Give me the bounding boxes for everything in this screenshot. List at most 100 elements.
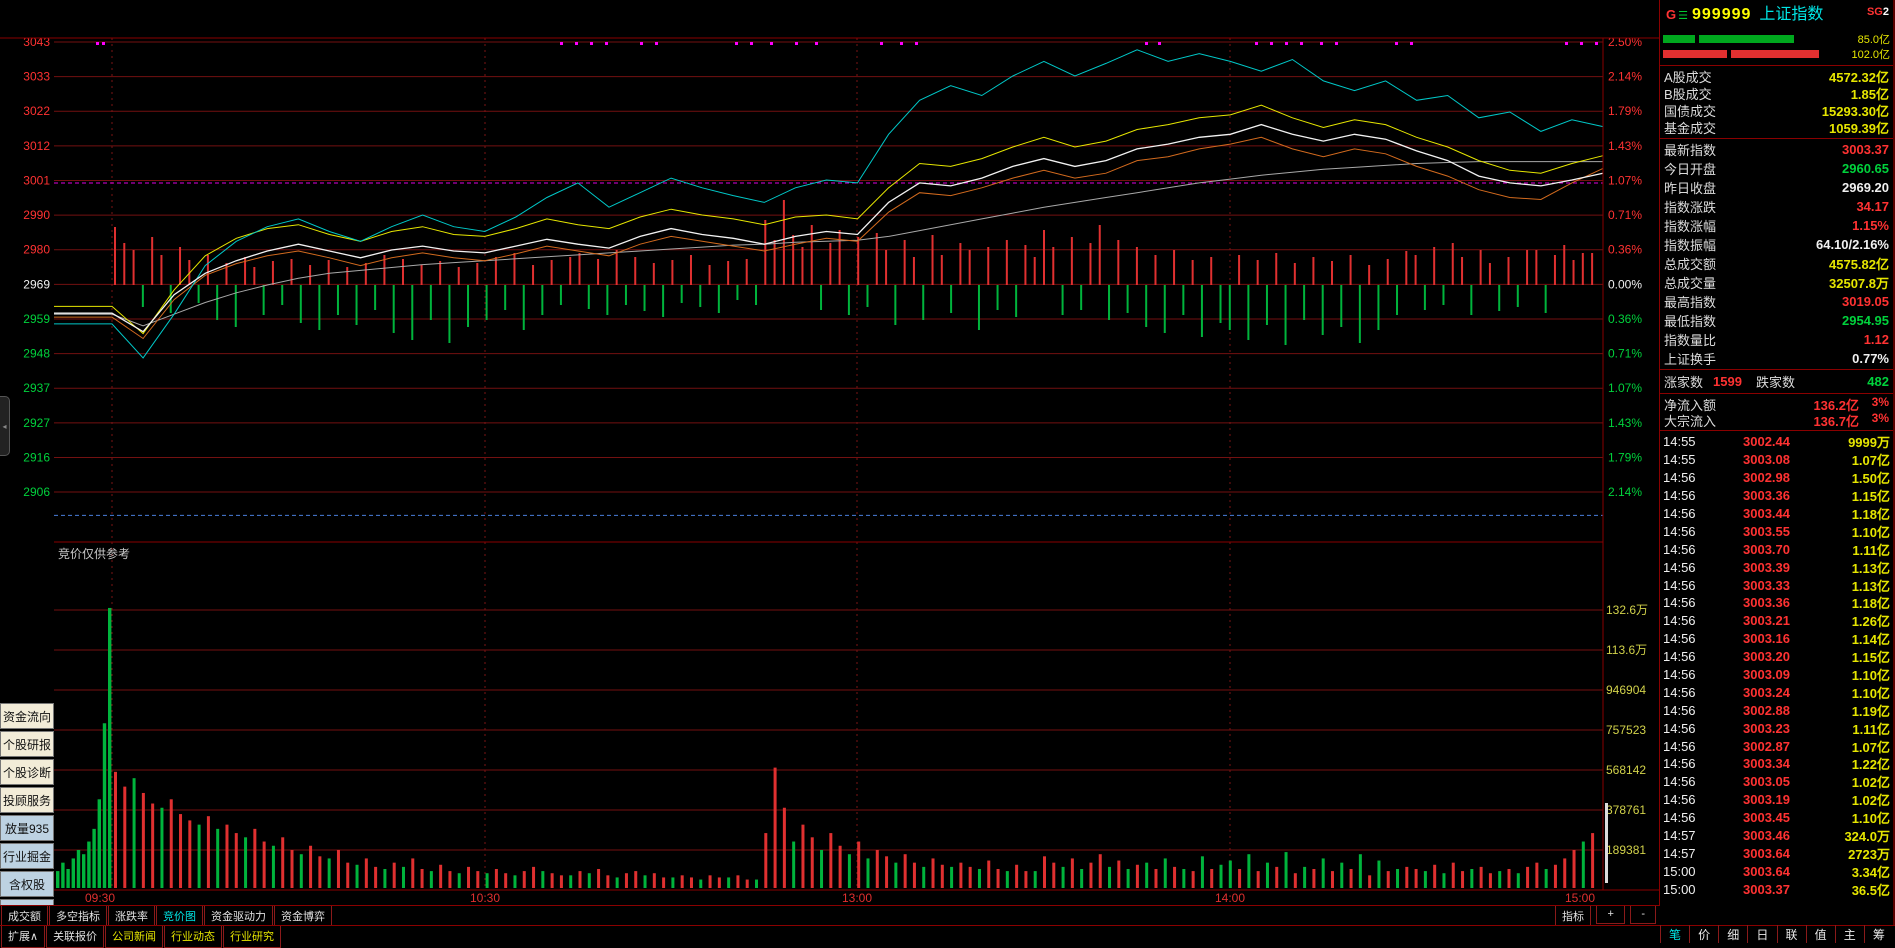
svg-text:1.07%: 1.07% (1608, 173, 1642, 187)
panel-view-值[interactable]: 值 (1805, 925, 1835, 943)
stat-row: 最新指数 3003.37 (1660, 140, 1893, 159)
tick-time: 14:56 (1663, 577, 1696, 593)
tick-row[interactable]: 14:56 3002.88 1.19亿 (1660, 701, 1893, 719)
tick-row[interactable]: 14:56 3003.70 1.11亿 (1660, 540, 1893, 558)
tick-row[interactable]: 14:56 3002.98 1.50亿 (1660, 469, 1893, 487)
bottom-tab2-行业研究[interactable]: 行业研究 (223, 926, 282, 948)
svg-text:132.6万: 132.6万 (1606, 603, 1648, 617)
stat-label: 上证换手 (1664, 352, 1717, 367)
zoom-out-button[interactable]: - (1630, 906, 1656, 924)
svg-text:3012: 3012 (23, 139, 50, 153)
svg-text:568142: 568142 (1606, 763, 1646, 777)
panel-view-细[interactable]: 细 (1718, 925, 1747, 943)
tick-volume: 1.50亿 (1851, 471, 1890, 487)
quote-header: G ☰ 999999 上证指数 SG2 (1660, 0, 1893, 28)
svg-text:378761: 378761 (1606, 803, 1646, 817)
tick-list[interactable]: 14:55 3002.44 9999万 14:55 3003.08 1.07亿 14:56 3… (1660, 431, 1893, 898)
stock-code[interactable]: 999999 (1692, 6, 1751, 23)
left-button-投顾服务[interactable]: 投顾服务 (0, 787, 54, 813)
tick-volume: 1.11亿 (1852, 542, 1890, 558)
bottom-tab2-行业动态[interactable]: 行业动态 (164, 926, 223, 948)
tick-row[interactable]: 14:55 3003.08 1.07亿 (1660, 451, 1893, 469)
tick-row[interactable]: 14:56 3003.20 1.15亿 (1660, 648, 1893, 666)
tick-row[interactable]: 14:56 3003.23 1.11亿 (1660, 719, 1893, 737)
bottom-tab2-扩展∧[interactable]: 扩展∧ (1, 926, 46, 948)
svg-text:1.79%: 1.79% (1608, 104, 1642, 118)
status-badge: SG2 (1866, 6, 1889, 18)
tick-row[interactable]: 14:56 3003.36 1.15亿 (1660, 487, 1893, 505)
panel-view-日[interactable]: 日 (1747, 925, 1776, 943)
stat-value: 2954.95 (1842, 313, 1889, 328)
tick-volume: 1.07亿 (1851, 453, 1890, 469)
stat-row: 上证换手 0.77% (1660, 349, 1893, 368)
stat-value: 34.17 (1856, 199, 1889, 214)
zoom-in-button[interactable]: + (1596, 906, 1625, 924)
menu-icon[interactable]: ☰ (1678, 10, 1688, 22)
tick-row[interactable]: 14:56 3003.16 1.14亿 (1660, 630, 1893, 648)
stat-label: 基金成交 (1664, 121, 1717, 136)
bottom-tabbar-2: 扩展∧ 关联报价 公司新闻 行业动态 行业研究 (0, 925, 1895, 948)
tick-time: 14:56 (1663, 720, 1696, 736)
stat-row: 今日开盘 2960.65 (1660, 159, 1893, 178)
left-button-含权股[interactable]: 含权股 (0, 871, 54, 897)
tick-row[interactable]: 15:00 3003.37 36.5亿 (1660, 880, 1893, 898)
sidebar-collapse-handle[interactable]: ◂ (0, 396, 10, 456)
panel-view-价[interactable]: 价 (1689, 925, 1718, 943)
tick-row[interactable]: 14:56 3003.34 1.22亿 (1660, 755, 1893, 773)
panel-view-主[interactable]: 主 (1834, 925, 1864, 943)
tick-time: 15:00 (1663, 863, 1696, 879)
tick-row[interactable]: 14:56 3003.09 1.10亿 (1660, 666, 1893, 684)
tick-row[interactable]: 14:56 3003.44 1.18亿 (1660, 505, 1893, 523)
panel-view-筹[interactable]: 筹 (1863, 925, 1893, 943)
left-button-个股诊断[interactable]: 个股诊断 (0, 759, 54, 785)
advancers-decliners: 涨家数 1599 跌家数 482 (1660, 370, 1893, 394)
tick-price: 3002.87 (1743, 738, 1790, 754)
svg-text:3033: 3033 (23, 70, 50, 84)
tick-row[interactable]: 14:56 3003.39 1.13亿 (1660, 558, 1893, 576)
tick-price: 3003.64 (1743, 845, 1790, 861)
tick-row[interactable]: 14:56 3003.36 1.18亿 (1660, 594, 1893, 612)
intraday-chart[interactable]: 3043 2.50% 3033 2.14% 3022 1.79% 3012 1.43% 3001… (0, 0, 1660, 905)
svg-text:757523: 757523 (1606, 723, 1646, 737)
svg-text:0.71%: 0.71% (1608, 208, 1642, 222)
tick-time: 14:56 (1663, 792, 1696, 808)
g-flag: G (1666, 7, 1677, 22)
tick-volume: 36.5亿 (1851, 882, 1890, 898)
stat-row: 基金成交 1059.39亿 (1660, 119, 1893, 136)
tick-row[interactable]: 14:56 3003.45 1.10亿 (1660, 809, 1893, 827)
bottom-tab2-公司新闻[interactable]: 公司新闻 (105, 926, 164, 948)
panel-view-笔[interactable]: 笔 (1660, 925, 1689, 943)
stat-row: 国债成交 15293.30亿 (1660, 102, 1893, 119)
stat-label: 指数涨跌 (1664, 200, 1717, 215)
tick-row[interactable]: 14:56 3003.21 1.26亿 (1660, 612, 1893, 630)
stat-value: 3019.05 (1842, 294, 1889, 309)
tick-row[interactable]: 14:56 3003.24 1.10亿 (1660, 683, 1893, 701)
bottom-tab2-关联报价[interactable]: 关联报价 (46, 926, 105, 948)
tick-row[interactable]: 14:56 3002.87 1.07亿 (1660, 737, 1893, 755)
svg-text:2959: 2959 (23, 312, 50, 326)
tick-row[interactable]: 14:57 3003.46 324.0万 (1660, 827, 1893, 845)
flow-label: 大宗流入 (1664, 413, 1717, 429)
tick-row[interactable]: 14:56 3003.55 1.10亿 (1660, 522, 1893, 540)
panel-view-联[interactable]: 联 (1776, 925, 1806, 943)
stat-row: 指数涨幅 1.15% (1660, 216, 1893, 235)
bottom-tabbar-1: 成交额 多空指标 涨跌率 竞价图 资金驱动力 资金博弈 指标 + - (0, 905, 1660, 928)
stock-name[interactable]: 上证指数 (1759, 6, 1823, 23)
tick-row[interactable]: 14:56 3003.19 1.02亿 (1660, 791, 1893, 809)
stat-label: 最高指数 (1664, 295, 1717, 310)
tick-price: 3003.70 (1743, 541, 1790, 557)
tick-row[interactable]: 14:56 3003.33 1.13亿 (1660, 576, 1893, 594)
tick-row[interactable]: 15:00 3003.64 3.34亿 (1660, 862, 1893, 880)
left-button-行业掘金[interactable]: 行业掘金 (0, 843, 54, 869)
left-button-资金流向[interactable]: 资金流向 (0, 703, 54, 729)
buy-force-bar (1663, 35, 1853, 43)
tick-row[interactable]: 14:56 3003.05 1.02亿 (1660, 773, 1893, 791)
tick-row[interactable]: 14:55 3002.44 9999万 (1660, 433, 1893, 451)
svg-text:2.50%: 2.50% (1608, 35, 1642, 49)
svg-text:1.43%: 1.43% (1608, 416, 1642, 430)
tick-price: 3003.23 (1743, 720, 1790, 736)
left-button-个股研报[interactable]: 个股研报 (0, 731, 54, 757)
tick-row[interactable]: 14:57 3003.64 2723万 (1660, 844, 1893, 862)
tick-price: 3003.36 (1743, 488, 1790, 504)
left-button-放量935[interactable]: 放量935 (0, 815, 54, 841)
